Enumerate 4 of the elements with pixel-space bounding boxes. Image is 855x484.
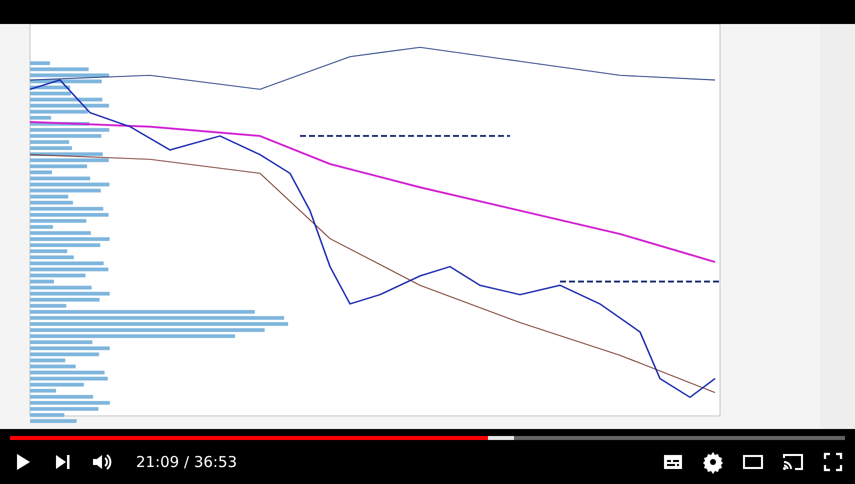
progress-bar[interactable] bbox=[10, 436, 845, 440]
settings-icon[interactable] bbox=[701, 450, 725, 474]
fullscreen-icon[interactable] bbox=[821, 450, 845, 474]
time-display: 21:09 / 36:53 bbox=[136, 453, 238, 471]
